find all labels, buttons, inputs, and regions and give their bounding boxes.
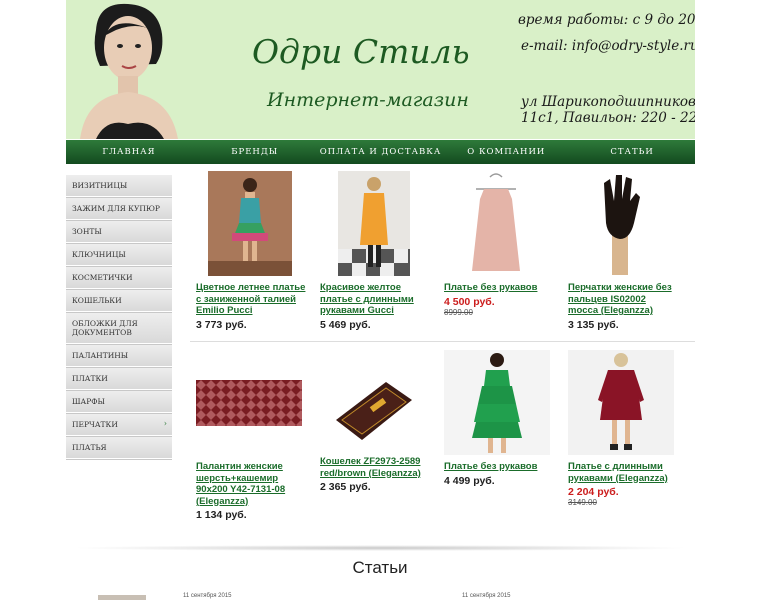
sidebar-item-label: КОШЕЛЬКИ [72,296,122,305]
product-image-green-dress[interactable] [444,350,550,455]
brand-logo-text[interactable]: Одри Стиль [252,32,470,71]
product-title-link[interactable]: Перчатки женские без пальцев IS02002 moc… [568,282,678,317]
product-card: Перчатки женские без пальцев IS02002 moc… [568,171,678,331]
sidebar-item-label: ПЛАТЬЯ [72,443,107,452]
address-line-2: 11с1, Павильон: 220 - 226 [521,110,695,126]
category-sidebar: ВИЗИТНИЦЫ ЗАЖИМ ДЛЯ КУПЮР ЗОНТЫ КЛЮЧНИЦЫ… [66,175,172,460]
sidebar-item-label: ЗАЖИМ ДЛЯ КУПЮР [72,204,160,213]
product-card: Красивое желтое платье с длинными рукава… [320,171,430,331]
product-title-link[interactable]: Кошелек ZF2973-2589 red/brown (Eleganzza… [320,456,430,479]
sidebar-item-cosmetic-bags[interactable]: КОСМЕТИЧКИ [66,267,172,289]
product-row-divider [190,341,695,342]
sidebar-item-card-holders[interactable]: ВИЗИТНИЦЫ [66,175,172,197]
sidebar-item-gloves[interactable]: ПЕРЧАТКИ › [66,414,172,436]
header-banner: Одри Стиль Интернет-магазин время работы… [66,0,695,139]
product-title-link[interactable]: Платье без рукавов [444,461,554,473]
contact-email[interactable]: e-mail: info@odry-style.ru [521,38,695,54]
product-price: 5 469 руб. [320,318,371,331]
product-title-link[interactable]: Красивое желтое платье с длинными рукава… [320,282,430,317]
product-price: 4 499 руб. [444,474,495,487]
articles-heading: Статьи [352,558,408,577]
product-card: Палантин женские шерсть+кашемир 90x200 Y… [196,350,306,521]
nav-brands[interactable]: БРЕНДЫ [192,147,318,157]
product-title-link[interactable]: Платье с длинными рукавами (Eleganzza) [568,461,678,484]
sidebar-item-label: ВИЗИТНИЦЫ [72,181,128,190]
article-thumbnail[interactable] [98,595,146,600]
chevron-right-icon: › [163,419,167,428]
working-hours: время работы: с 9 до 20 [518,12,695,28]
product-image-wallet[interactable] [332,376,414,446]
product-card: Цветное летнее платье с заниженной талие… [196,171,306,331]
sidebar-item-scarves[interactable]: ШАРФЫ [66,391,172,413]
product-price: 3 773 руб. [196,318,247,331]
sidebar-item-label: ПЕРЧАТКИ [72,420,118,429]
product-title-link[interactable]: Цветное летнее платье с заниженной талие… [196,282,306,317]
section-separator [70,545,690,551]
article-date: 11 сентября 2015 [183,593,232,599]
sidebar-item-label: ШАРФЫ [72,397,105,406]
product-old-price: 3149.00 [568,498,597,507]
sidebar-item-umbrellas[interactable]: ЗОНТЫ [66,221,172,243]
sidebar-item-label: КЛЮЧНИЦЫ [72,250,126,259]
nav-articles[interactable]: СТАТЬИ [569,147,695,157]
sidebar-item-label: КОСМЕТИЧКИ [72,273,133,282]
product-card: Кошелек ZF2973-2589 red/brown (Eleganzza… [320,350,430,493]
product-title-link[interactable]: Палантин женские шерсть+кашемир 90x200 Y… [196,461,306,507]
product-card: Платье без рукавов 4 499 руб. [444,350,554,487]
address-line-1: ул Шарикоподшипниковская [521,94,695,110]
nav-payment-delivery[interactable]: ОПЛАТА И ДОСТАВКА [318,147,444,157]
product-old-price: 8999.00 [444,307,473,317]
sidebar-item-money-clips[interactable]: ЗАЖИМ ДЛЯ КУПЮР [66,198,172,220]
product-image-sleeveless-dress-pink[interactable] [454,171,539,276]
product-image-stole[interactable] [196,380,302,426]
sidebar-item-label: ОБЛОЖКИ ДЛЯ ДОКУМЕНТОВ [72,319,138,337]
sidebar-item-dresses[interactable]: ПЛАТЬЯ [66,437,172,459]
product-card: Платье с длинными рукавами (Eleganzza) 2… [568,350,678,507]
article-date: 11 сентября 2015 [462,593,511,599]
product-price: 4 500 руб. [444,295,495,308]
product-price: 2 204 руб. [568,486,619,498]
product-title-link[interactable]: Платье без рукавов [444,282,554,294]
sidebar-item-key-holders[interactable]: КЛЮЧНИЦЫ [66,244,172,266]
product-price: 1 134 руб. [196,509,247,521]
product-image-gucci-dress[interactable] [338,171,410,276]
sidebar-item-label: ПЛАТКИ [72,374,108,383]
model-portrait-image [66,0,186,139]
sidebar-item-kerchiefs[interactable]: ПЛАТКИ [66,368,172,390]
tagline: Интернет-магазин [267,89,469,111]
sidebar-item-label: ЗОНТЫ [72,227,102,236]
sidebar-item-wallets[interactable]: КОШЕЛЬКИ [66,290,172,312]
product-image-fingerless-gloves[interactable] [590,171,650,276]
nav-home[interactable]: ГЛАВНАЯ [66,147,192,157]
product-price: 2 365 руб. [320,481,371,493]
sidebar-item-stoles[interactable]: ПАЛАНТИНЫ [66,345,172,367]
product-card: Платье без рукавов 4 500 руб. 8999.00 [444,171,554,317]
product-image-pucci-dress[interactable] [208,171,292,276]
sidebar-item-document-covers[interactable]: ОБЛОЖКИ ДЛЯ ДОКУМЕНТОВ [66,313,172,344]
product-image-burgundy-dress[interactable] [568,350,674,455]
main-nav: ГЛАВНАЯ БРЕНДЫ ОПЛАТА И ДОСТАВКА О КОМПА… [66,140,695,164]
product-price: 3 135 руб. [568,318,619,331]
sidebar-item-label: ПАЛАНТИНЫ [72,351,129,360]
nav-about[interactable]: О КОМПАНИИ [443,147,569,157]
